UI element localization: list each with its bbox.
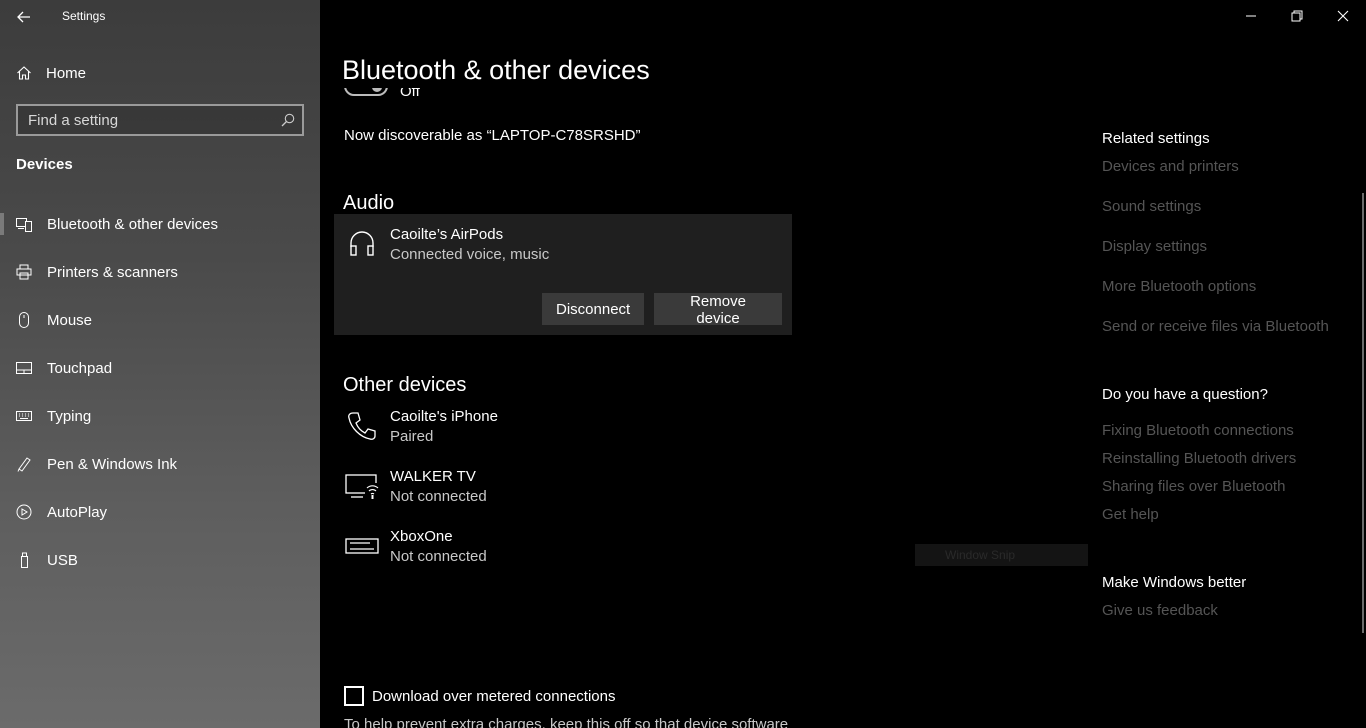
sidebar-item-touchpad[interactable]: Touchpad <box>0 344 320 392</box>
sidebar-item-label: Printers & scanners <box>47 263 178 281</box>
sidebar-item-label: Bluetooth & other devices <box>47 215 218 233</box>
metered-checkbox-row[interactable]: Download over metered connections <box>344 686 615 706</box>
remove-device-button[interactable]: Remove device <box>654 293 782 327</box>
back-button[interactable] <box>10 4 38 30</box>
other-devices-heading: Other devices <box>343 374 467 396</box>
list-item[interactable]: XboxOne Not connected <box>344 528 744 572</box>
sidebar-item-label: Touchpad <box>47 359 113 377</box>
restore-icon <box>1291 10 1303 22</box>
mouse-icon <box>16 312 32 328</box>
help-link[interactable]: Sharing files over Bluetooth <box>1102 478 1285 495</box>
sidebar-item-mouse[interactable]: Mouse <box>0 296 320 344</box>
home-label: Home <box>46 64 87 82</box>
search-box <box>16 104 304 136</box>
pen-icon <box>16 456 32 472</box>
titlebar-left: Settings <box>0 0 320 34</box>
autoplay-icon <box>16 504 32 520</box>
sidebar-item-bluetooth[interactable]: Bluetooth & other devices <box>0 200 320 248</box>
console-icon <box>344 528 380 564</box>
related-link[interactable]: Send or receive files via Bluetooth <box>1102 318 1329 335</box>
scrollbar[interactable] <box>1362 193 1364 633</box>
app-title: Settings <box>62 9 106 23</box>
sidebar-item-printers[interactable]: Printers & scanners <box>0 248 320 296</box>
disconnect-button[interactable]: Disconnect <box>542 293 644 325</box>
minimize-button[interactable] <box>1228 0 1274 32</box>
sidebar-item-label: Mouse <box>47 311 93 329</box>
sidebar-item-label: Typing <box>47 407 92 425</box>
keyboard-icon <box>16 408 32 424</box>
phone-icon <box>344 408 380 444</box>
bluetooth-devices-icon <box>16 216 32 232</box>
device-status: Paired <box>390 428 434 445</box>
related-settings-heading: Related settings <box>1102 130 1210 147</box>
page-title: Bluetooth & other devices <box>342 55 650 85</box>
related-link[interactable]: More Bluetooth options <box>1102 278 1256 295</box>
sidebar-item-label: USB <box>47 551 78 569</box>
section-title: Devices <box>16 156 73 173</box>
toggle-state-label: Off <box>400 88 420 100</box>
related-link[interactable]: Devices and printers <box>1102 158 1239 175</box>
device-name: Caoilte's iPhone <box>390 408 498 425</box>
sidebar-item-pen[interactable]: Pen & Windows Ink <box>0 440 320 488</box>
sidebar-nav: Bluetooth & other devices Printers & sca… <box>0 200 320 584</box>
minimize-icon <box>1246 15 1256 17</box>
list-item[interactable]: Caoilte's iPhone Paired <box>344 408 744 452</box>
related-link[interactable]: Display settings <box>1102 238 1207 255</box>
search-icon[interactable] <box>274 113 302 127</box>
device-name: Caoilte’s AirPods <box>390 226 504 243</box>
close-button[interactable] <box>1320 0 1366 32</box>
search-input[interactable] <box>18 106 274 134</box>
touchpad-icon <box>16 360 32 376</box>
question-heading: Do you have a question? <box>1102 386 1268 403</box>
home-link[interactable]: Home <box>16 60 86 86</box>
sidebar-item-autoplay[interactable]: AutoPlay <box>0 488 320 536</box>
audio-heading: Audio <box>343 192 395 214</box>
help-link[interactable]: Reinstalling Bluetooth drivers <box>1102 450 1296 467</box>
help-link[interactable]: Get help <box>1102 506 1159 523</box>
printer-icon <box>16 264 32 280</box>
close-icon <box>1337 10 1349 22</box>
restore-button[interactable] <box>1274 0 1320 32</box>
usb-icon <box>16 552 32 568</box>
sidebar: Settings Home Devices Bluetooth & other … <box>0 0 320 728</box>
metered-checkbox-label: Download over metered connections <box>372 687 616 705</box>
list-item[interactable]: WALKER TV Not connected <box>344 468 744 512</box>
device-status: Not connected <box>390 488 487 505</box>
wireless-display-icon <box>344 468 380 504</box>
feedback-link[interactable]: Give us feedback <box>1102 602 1218 619</box>
device-name: WALKER TV <box>390 468 476 485</box>
bluetooth-toggle[interactable] <box>344 88 388 104</box>
sidebar-item-label: AutoPlay <box>47 503 108 521</box>
audio-device: Caoilte’s AirPods Connected voice, music <box>344 226 764 270</box>
sidebar-item-label: Pen & Windows Ink <box>47 455 178 473</box>
related-link[interactable]: Sound settings <box>1102 198 1201 215</box>
metered-help-text: To help prevent extra charges, keep this… <box>344 716 789 728</box>
device-name: XboxOne <box>390 528 453 545</box>
main-content: Bluetooth & other devices Off Now discov… <box>320 0 1366 728</box>
device-status: Not connected <box>390 548 487 565</box>
discoverable-text: Now discoverable as “LAPTOP-C78SRSHD” <box>344 127 641 144</box>
home-icon <box>17 66 31 80</box>
back-arrow-icon <box>17 11 30 23</box>
metered-checkbox[interactable] <box>344 686 364 706</box>
device-status: Connected voice, music <box>390 246 550 263</box>
snip-tooltip: Window Snip <box>915 544 1088 566</box>
help-link[interactable]: Fixing Bluetooth connections <box>1102 422 1294 439</box>
audio-device-card[interactable]: Caoilte’s AirPods Connected voice, music… <box>334 214 792 335</box>
make-windows-better-heading: Make Windows better <box>1102 574 1247 591</box>
headphones-icon <box>344 226 380 262</box>
sidebar-item-usb[interactable]: USB <box>0 536 320 584</box>
sidebar-item-typing[interactable]: Typing <box>0 392 320 440</box>
